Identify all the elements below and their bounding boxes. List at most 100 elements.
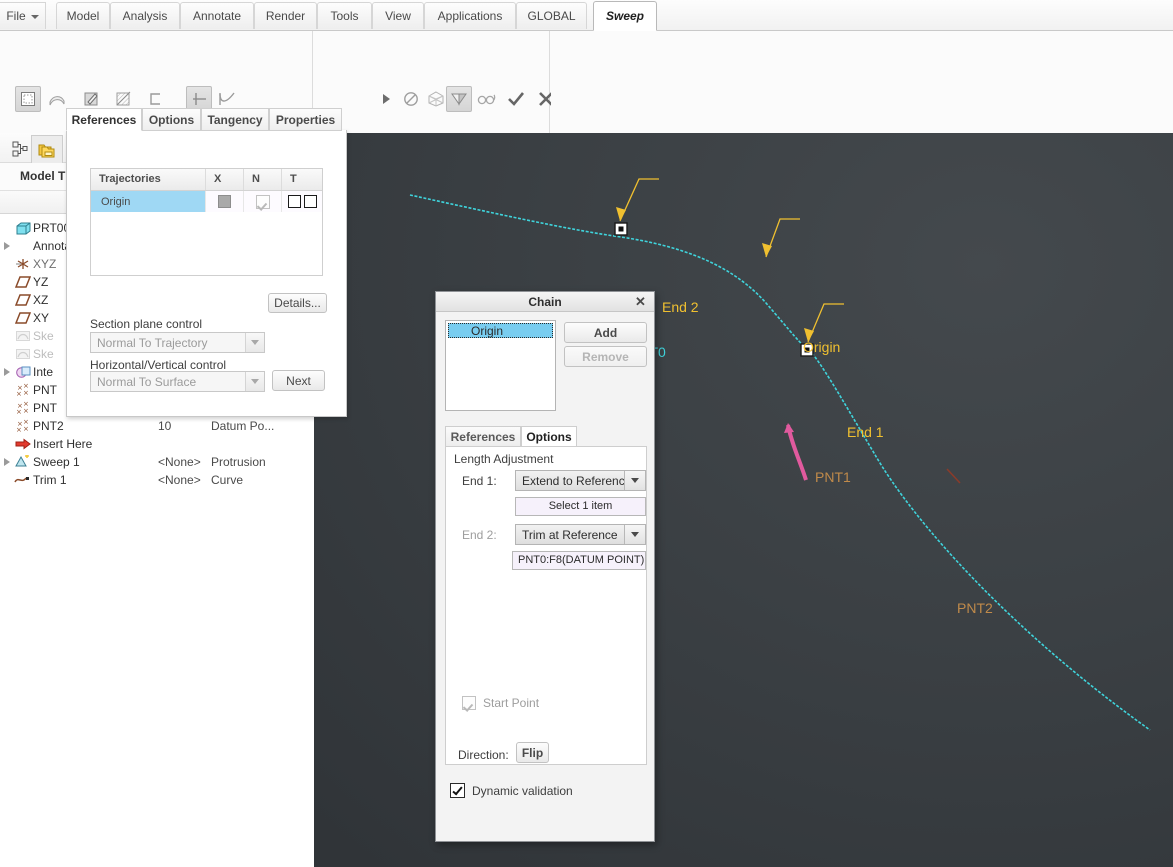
menu-view-label: View [385, 9, 411, 23]
tree-row-label: Inte [33, 365, 54, 379]
menu-global[interactable]: GLOBAL [516, 2, 587, 29]
highlight-segment [786, 424, 808, 481]
tree-row-col3: Protrusion [211, 455, 266, 469]
list-item[interactable]: Origin [448, 323, 553, 338]
chain-dialog[interactable]: Chain ✕ Origin Add Remove References Opt… [435, 291, 655, 842]
horizontal-vertical-control-value: Normal To Surface [97, 374, 197, 389]
horizontal-vertical-control-dropdown[interactable]: Normal To Surface [90, 371, 265, 392]
chevron-down-icon[interactable] [624, 525, 645, 544]
chain-tab-options-label: Options [526, 430, 572, 444]
ribbon-group-preview [314, 31, 553, 133]
svg-text:×: × [16, 390, 22, 397]
cell-t-flags[interactable] [282, 191, 322, 212]
menu-render[interactable]: Render [254, 2, 317, 29]
menu-annotate[interactable]: Annotate [180, 2, 254, 29]
chain-options-pane: Length Adjustment End 1: Extend to Refer… [445, 446, 647, 765]
coord-system-icon [13, 257, 33, 271]
highlight-arrow-head [784, 423, 794, 433]
details-button[interactable]: Details... [268, 293, 327, 313]
start-point-checkbox-row: Start Point [462, 696, 539, 710]
tree-expander[interactable] [0, 242, 13, 250]
tree-expander[interactable] [0, 368, 13, 376]
tree-row-pnt2[interactable]: × × × × PNT2 10 Datum Po... [0, 417, 313, 435]
chevron-down-icon[interactable] [245, 333, 264, 352]
cell-x-flag[interactable] [206, 191, 244, 212]
column-header-x: X [206, 169, 244, 190]
section-plane-control-dropdown[interactable]: Normal To Trajectory [90, 332, 265, 353]
menu-view[interactable]: View [372, 2, 424, 29]
datum-point-icon: × × × × [13, 383, 33, 397]
tree-row-label: PNT [33, 383, 57, 397]
solid-sweep-icon[interactable] [15, 86, 41, 112]
tree-row-sweep-1[interactable]: Sweep 1 <None> Protrusion [0, 453, 313, 471]
tree-row-label: PNT2 [33, 419, 64, 433]
add-button[interactable]: Add [564, 322, 647, 343]
table-row[interactable]: Origin [91, 191, 322, 212]
end2-reference-field[interactable]: PNT0:F8(DATUM POINT) I [512, 551, 646, 570]
next-button[interactable]: Next [272, 370, 325, 391]
menu-file[interactable]: File [0, 2, 46, 29]
end1-reference-field[interactable]: Select 1 item [515, 497, 646, 516]
checkbox-checked-disabled-icon [462, 696, 476, 710]
chain-tab-references-label: References [450, 430, 516, 444]
resume-play-icon[interactable] [373, 86, 399, 112]
cell-n-flag[interactable] [244, 191, 282, 212]
checkbox-checked-icon[interactable] [450, 783, 465, 798]
leader-label-end1: End 1 [847, 424, 884, 440]
no-preview-icon[interactable] [398, 86, 424, 112]
close-icon[interactable]: ✕ [633, 294, 648, 309]
tree-row-label: Ske [33, 347, 54, 361]
tab-options[interactable]: Options [142, 108, 201, 131]
column-header-n: N [244, 169, 282, 190]
dynamic-validation-row[interactable]: Dynamic validation [450, 783, 573, 798]
tab-properties[interactable]: Properties [269, 108, 342, 131]
tab-options-label: Options [148, 113, 195, 127]
tree-row-trim-1[interactable]: Trim 1 <None> Curve [0, 471, 313, 489]
references-panel: Trajectories X N T Origin Details... Sec… [66, 130, 347, 417]
section-plane-control-value: Normal To Trajectory [97, 335, 208, 350]
tab-references[interactable]: References [66, 108, 142, 131]
chain-tab-options[interactable]: Options [521, 426, 577, 447]
cell-trajectory-name[interactable]: Origin [91, 191, 206, 212]
chevron-down-icon[interactable] [245, 372, 264, 391]
menu-tools[interactable]: Tools [317, 2, 372, 29]
chain-reference-list[interactable]: Origin [445, 320, 556, 411]
accept-check-icon[interactable] [503, 86, 529, 112]
datum-plane-icon [13, 312, 33, 324]
leader-label-end2: End 2 [662, 299, 699, 315]
tree-row-label: Insert Here [33, 437, 93, 451]
dashboard-tab-strip: References Options Tangency Properties [66, 108, 346, 131]
chevron-down-icon[interactable] [624, 471, 645, 490]
filled-square-icon [218, 195, 231, 208]
section-plane-control-label: Section plane control [90, 317, 203, 331]
end2-dropdown[interactable]: Trim at Reference [515, 524, 646, 545]
horizontal-vertical-control-label: Horizontal/Vertical control [90, 358, 227, 372]
shaded-preview-icon[interactable] [446, 86, 472, 112]
chain-tab-references[interactable]: References [445, 426, 521, 447]
menu-sweep-active[interactable]: Sweep [593, 1, 657, 31]
end1-dropdown[interactable]: Extend to Reference [515, 470, 646, 491]
svg-text:×: × [23, 425, 29, 433]
intersect-icon [13, 365, 33, 379]
tree-expander[interactable] [0, 458, 13, 466]
chevron-down-icon [30, 14, 39, 19]
trajectories-table[interactable]: Trajectories X N T Origin [90, 168, 323, 276]
leader-label-origin: Origin [803, 339, 841, 355]
end2-value: Trim at Reference [522, 527, 618, 542]
glasses-preview-icon[interactable] [474, 86, 500, 112]
checkbox-unchecked-icon[interactable] [287, 195, 301, 208]
tab-tangency[interactable]: Tangency [201, 108, 269, 131]
end1-value: Extend to Reference [522, 473, 624, 488]
checkbox-unchecked-icon[interactable] [303, 195, 317, 208]
direction-label: Direction: [458, 748, 509, 762]
start-point-label: Start Point [483, 696, 540, 710]
checkbox-checked-disabled-icon [255, 194, 270, 209]
folder-browser-tab[interactable] [31, 135, 63, 163]
flip-button[interactable]: Flip [516, 742, 549, 763]
menu-model[interactable]: Model [56, 2, 110, 29]
tree-row-insert-here[interactable]: Insert Here [0, 435, 313, 453]
menu-applications[interactable]: Applications [424, 2, 516, 29]
table-header-row: Trajectories X N T [91, 169, 322, 191]
menu-analysis[interactable]: Analysis [110, 2, 180, 29]
sweep-feature-icon [13, 455, 33, 469]
